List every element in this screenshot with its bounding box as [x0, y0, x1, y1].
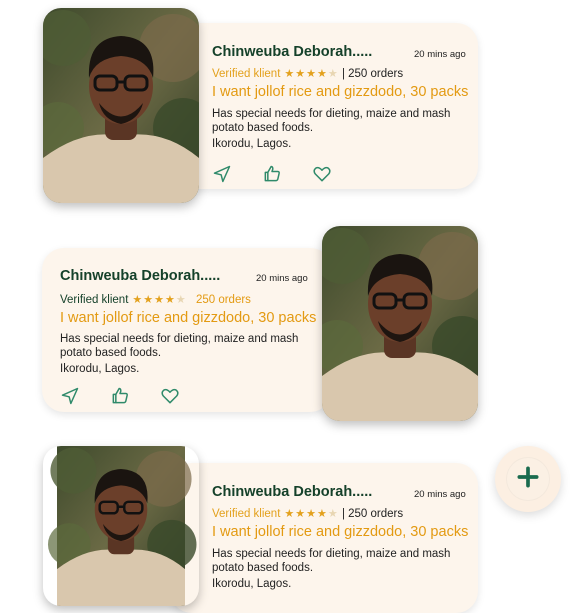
post-actions	[60, 386, 180, 406]
post-time: 20 mins ago	[414, 489, 466, 500]
verified-label: Verified klient	[60, 294, 129, 306]
request-description: Has special needs for dieting, maize and…	[212, 548, 451, 574]
request-description: Has special needs for dieting, maize and…	[212, 108, 451, 134]
post-actions	[212, 164, 332, 184]
orders-count: 250 orders	[195, 294, 251, 306]
heart-icon[interactable]	[160, 386, 180, 406]
plus-icon	[515, 464, 541, 495]
client-meta: Verified klient ★★★★★ 250 orders	[60, 293, 251, 306]
post-time: 20 mins ago	[414, 49, 466, 60]
request-text: I want jollof rice and gizzdodo, 30 pack…	[212, 524, 469, 540]
rating-stars: ★★★★★	[284, 508, 339, 520]
client-location: Ikorodu, Lagos.	[60, 363, 140, 375]
client-meta: Verified klient ★★★★★ | 250 orders	[212, 67, 403, 80]
verified-label: Verified klient	[212, 508, 281, 520]
thumbs-up-icon[interactable]	[110, 386, 130, 406]
thumbs-up-icon[interactable]	[262, 164, 282, 184]
request-description: Has special needs for dieting, maize and…	[60, 333, 299, 359]
verified-label: Verified klient	[212, 68, 281, 80]
send-icon[interactable]	[212, 164, 232, 184]
client-location: Ikorodu, Lagos.	[212, 138, 292, 150]
orders-count: | 250 orders	[341, 68, 404, 80]
orders-count: | 250 orders	[341, 508, 404, 520]
request-text: I want jollof rice and gizzdodo, 30 pack…	[212, 84, 469, 100]
avatar-photo	[43, 8, 199, 203]
heart-icon[interactable]	[312, 164, 332, 184]
client-name: Chinweuba Deborah.....	[212, 44, 373, 60]
add-post-button[interactable]	[495, 446, 561, 512]
client-name: Chinweuba Deborah.....	[60, 268, 221, 284]
rating-stars: ★★★★★	[284, 68, 339, 80]
client-name: Chinweuba Deborah.....	[212, 484, 373, 500]
add-button-inner	[506, 457, 550, 501]
avatar-photo	[43, 446, 199, 606]
rating-stars: ★★★★★	[132, 294, 187, 306]
send-icon[interactable]	[60, 386, 80, 406]
client-meta: Verified klient ★★★★★ | 250 orders	[212, 507, 403, 520]
request-text: I want jollof rice and gizzdodo, 30 pack…	[60, 310, 317, 326]
client-location: Ikorodu, Lagos.	[212, 578, 292, 590]
avatar-photo	[322, 226, 478, 421]
post-time: 20 mins ago	[256, 273, 308, 284]
